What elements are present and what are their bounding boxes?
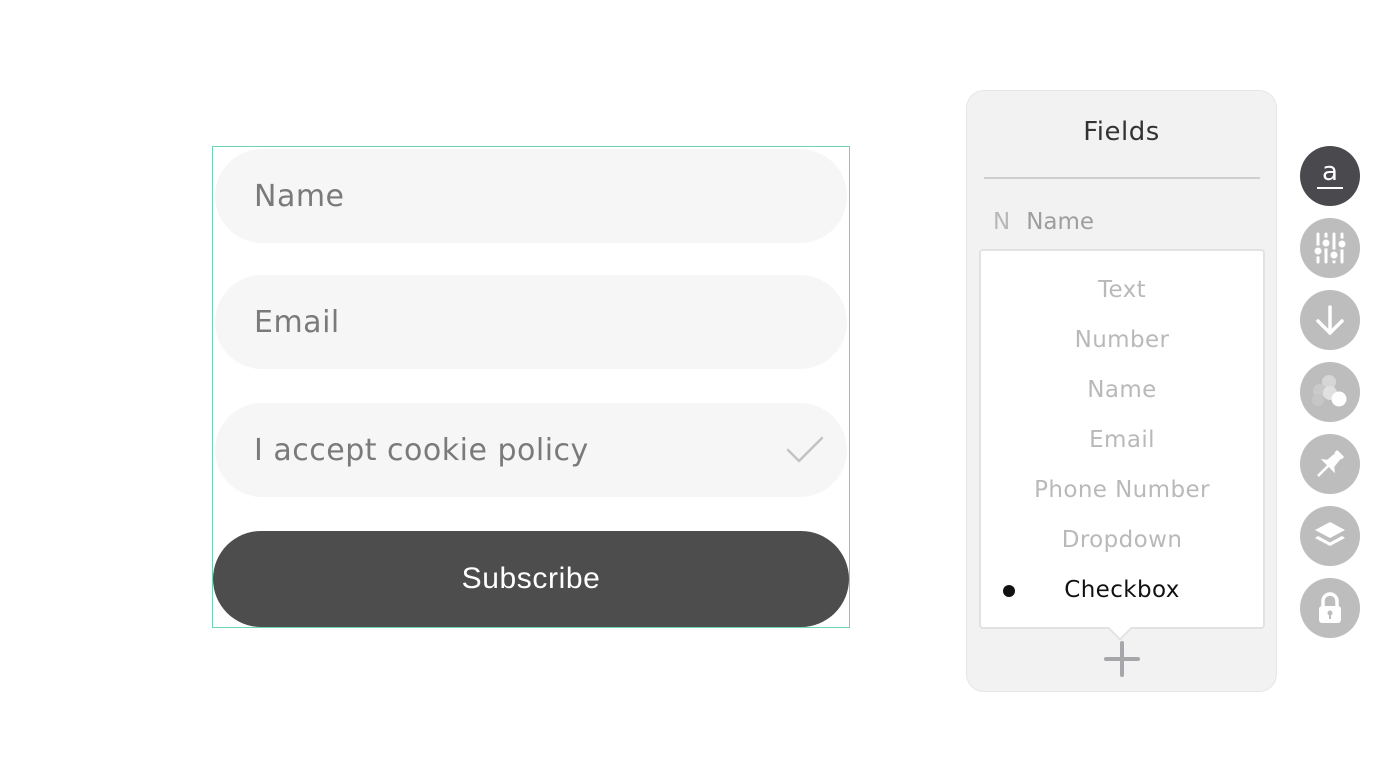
subscribe-button-label: Subscribe xyxy=(461,562,601,595)
canvas: Name Email I accept cookie policy Subscr… xyxy=(0,0,1396,768)
field-type-list: Text Number Name Email Phone Number Drop… xyxy=(981,265,1263,615)
adjust-sliders-icon xyxy=(1313,232,1347,264)
email-field[interactable]: Email xyxy=(215,275,847,369)
field-type-option-email[interactable]: Email xyxy=(981,415,1263,465)
cookie-policy-checkbox[interactable]: I accept cookie policy xyxy=(215,403,847,497)
layers-button[interactable] xyxy=(1300,506,1360,566)
field-list-item-name[interactable]: N Name xyxy=(993,209,1094,235)
field-type-option-phone-number[interactable]: Phone Number xyxy=(981,465,1263,515)
effects-bubbles-icon xyxy=(1312,375,1347,407)
email-field-label: Email xyxy=(254,304,340,340)
field-type-option-name[interactable]: Name xyxy=(981,365,1263,415)
add-field-button[interactable] xyxy=(1104,641,1140,677)
field-type-option-number[interactable]: Number xyxy=(981,315,1263,365)
layers-icon xyxy=(1315,522,1345,546)
field-type-option-dropdown[interactable]: Dropdown xyxy=(981,515,1263,565)
field-type-option-label: Name xyxy=(1087,377,1157,403)
subscribe-form[interactable]: Name Email I accept cookie policy Subscr… xyxy=(212,146,850,628)
text-style-glyph: a xyxy=(1322,159,1338,187)
panel-divider xyxy=(984,177,1260,179)
adjust-button[interactable] xyxy=(1300,218,1360,278)
name-field-label: Name xyxy=(254,178,345,214)
field-type-letter-icon: N xyxy=(993,209,1011,235)
field-type-option-label: Text xyxy=(1097,277,1147,303)
field-type-option-label: Email xyxy=(1089,427,1155,453)
subscribe-button[interactable]: Subscribe xyxy=(213,531,849,627)
pin-button[interactable] xyxy=(1300,434,1360,494)
name-field[interactable]: Name xyxy=(215,149,847,243)
lock-icon xyxy=(1319,592,1341,623)
field-type-option-label: Phone Number xyxy=(1034,477,1210,503)
selected-bullet-icon xyxy=(1003,585,1015,597)
text-style-button[interactable]: a xyxy=(1300,146,1360,206)
field-type-option-text[interactable]: Text xyxy=(981,265,1263,315)
lock-button[interactable] xyxy=(1300,578,1360,638)
panel-title: Fields xyxy=(1083,117,1160,147)
field-type-option-label: Checkbox xyxy=(1064,577,1180,603)
cookie-policy-label: I accept cookie policy xyxy=(254,432,589,468)
field-type-dropdown[interactable]: Text Number Name Email Phone Number Drop… xyxy=(979,249,1265,629)
field-type-option-checkbox[interactable]: Checkbox xyxy=(981,565,1263,615)
effects-button[interactable] xyxy=(1300,362,1360,422)
pin-icon xyxy=(1317,450,1344,477)
field-list-item-label: Name xyxy=(1026,209,1095,235)
text-style-icon: a xyxy=(1317,159,1343,189)
download-button[interactable] xyxy=(1300,290,1360,350)
field-type-option-label: Number xyxy=(1074,327,1170,353)
download-arrow-icon xyxy=(1316,305,1344,335)
checkmark-icon xyxy=(786,436,824,463)
fields-panel: Fields N Name Text Number Name Email Pho… xyxy=(966,90,1277,692)
field-type-option-label: Dropdown xyxy=(1061,527,1183,553)
plus-icon xyxy=(1104,641,1140,677)
